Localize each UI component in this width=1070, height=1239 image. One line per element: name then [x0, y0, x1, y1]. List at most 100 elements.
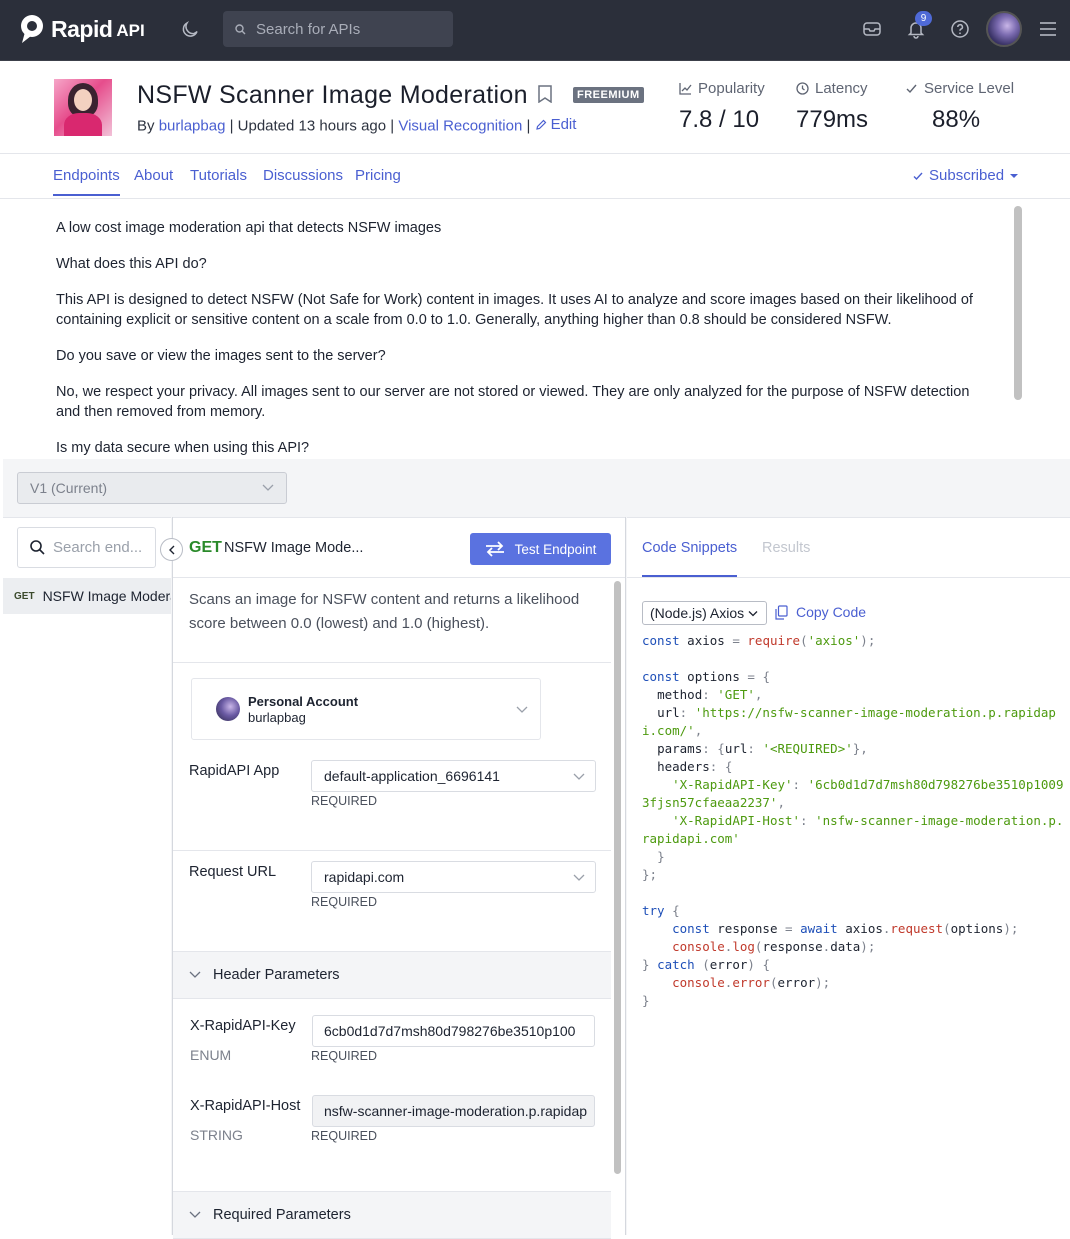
tab-code-snippets[interactable]: Code Snippets [642, 540, 738, 577]
chevron-down-icon [189, 971, 201, 978]
endpoint-name: NSFW Image Moderation [42, 588, 171, 604]
about-section: A low cost image moderation api that det… [0, 199, 1025, 459]
account-selector[interactable]: Personal Account burlapbag [191, 678, 541, 740]
endpoint-title: NSFW Image Mode... [224, 540, 364, 556]
version-select[interactable]: V1 (Current) [17, 472, 287, 504]
required-note: REQUIRED [311, 794, 377, 808]
menu-icon[interactable] [1038, 19, 1058, 39]
api-byline: By burlapbag | Updated 13 hours ago | Vi… [137, 116, 577, 135]
chevron-down-icon [573, 773, 585, 780]
by-label: By [137, 117, 155, 135]
top-navbar: Rapid API Search for APIs 9 [0, 0, 1070, 61]
header-param-type: ENUM [190, 1047, 232, 1063]
endpoint-search-input[interactable]: Search end... [17, 527, 156, 568]
edit-label: Edit [550, 116, 577, 133]
detail-scrollbar[interactable] [613, 579, 623, 1174]
moon-icon[interactable] [180, 20, 200, 40]
tab-results[interactable]: Results [762, 540, 810, 556]
about-paragraph: A low cost image moderation api that det… [56, 220, 442, 236]
endpoint-list-panel [3, 517, 171, 1235]
endpoint-search-placeholder: Search end... [53, 539, 143, 556]
language-value: (Node.js) Axios [650, 605, 745, 621]
caret-down-icon [1010, 173, 1019, 178]
pencil-icon [535, 119, 546, 130]
tab-pricing[interactable]: Pricing [355, 167, 401, 184]
collapse-sidebar-button[interactable] [160, 538, 183, 561]
stat-service-level: Service Level 88% [905, 80, 1014, 134]
about-paragraph: What does this API do? [56, 256, 207, 272]
stat-label: Service Level [924, 80, 1015, 97]
endpoint-list-item[interactable]: GET NSFW Image Moderation [3, 578, 171, 614]
tab-tutorials[interactable]: Tutorials [190, 167, 247, 184]
tab-discussions[interactable]: Discussions [263, 167, 343, 184]
copy-code-label: Copy Code [796, 604, 867, 620]
search-icon [235, 23, 246, 34]
brand-suffix: API [116, 20, 145, 40]
search-icon [30, 540, 45, 555]
language-select[interactable]: (Node.js) Axios [642, 601, 767, 625]
about-paragraph: No, we respect your privacy. All images … [56, 384, 970, 420]
help-icon[interactable] [950, 19, 970, 39]
stat-latency: Latency 779ms [796, 80, 868, 134]
copy-icon [775, 604, 788, 620]
check-icon [906, 84, 917, 94]
chart-icon [679, 83, 692, 95]
plan-badge: FREEMIUM [573, 87, 644, 103]
code-snippets-panel: Code Snippets Results (Node.js) Axios Co… [627, 517, 1070, 1235]
chevron-down-icon [516, 706, 528, 713]
x-rapidapi-host-input[interactable]: nsfw-scanner-image-moderation.p.rapidap [312, 1095, 595, 1127]
test-endpoint-button[interactable]: Test Endpoint [470, 533, 611, 565]
test-endpoint-label: Test Endpoint [514, 541, 597, 557]
swap-arrows-icon [485, 541, 504, 557]
author-link[interactable]: burlapbag [159, 118, 226, 135]
required-parameters-toggle[interactable]: Required Parameters [173, 1191, 611, 1239]
header-param-type: STRING [190, 1127, 243, 1143]
api-search-input[interactable]: Search for APIs [223, 11, 453, 47]
request-url-label: Request URL [189, 864, 277, 880]
subscribed-dropdown[interactable]: Subscribed [912, 167, 1019, 184]
request-url-value: rapidapi.com [324, 869, 405, 885]
divider [173, 850, 611, 851]
method-badge: GET [14, 590, 35, 602]
rapid-logo-icon [21, 15, 43, 43]
about-paragraph: Is my data secure when using this API? [56, 440, 310, 456]
edit-link[interactable]: Edit [535, 116, 577, 133]
required-note: REQUIRED [311, 1049, 377, 1063]
notification-count-badge: 9 [915, 11, 932, 26]
category-link[interactable]: Visual Recognition [398, 118, 522, 135]
section-title: Header Parameters [213, 967, 340, 983]
tab-endpoints[interactable]: Endpoints [53, 167, 120, 196]
api-title: NSFW Scanner Image Moderation [137, 81, 528, 109]
endpoint-description: Scans an image for NSFW content and retu… [189, 591, 580, 632]
chevron-down-icon [573, 874, 585, 881]
check-icon [913, 172, 923, 180]
account-user: burlapbag [248, 710, 306, 725]
header-param-name: X-RapidAPI-Key [190, 1018, 296, 1034]
rapidapi-logo[interactable]: Rapid API [19, 14, 145, 44]
x-rapidapi-key-input[interactable]: 6cb0d1d7d7msh80d798276be3510p100 [312, 1015, 595, 1047]
chevron-down-icon [262, 484, 274, 491]
stat-popularity: Popularity 7.8 / 10 [679, 80, 765, 134]
about-paragraph: This API is designed to detect NSFW (Not… [56, 292, 973, 328]
subscribed-label: Subscribed [929, 167, 1005, 184]
inbox-icon[interactable] [862, 19, 882, 39]
rapidapi-app-label: RapidAPI App [189, 763, 280, 779]
rapidapi-app-select[interactable]: default-application_6696141 [311, 760, 596, 792]
divider [173, 662, 611, 663]
tab-about[interactable]: About [134, 167, 173, 184]
header-parameters-toggle[interactable]: Header Parameters [173, 951, 611, 999]
account-name: Personal Account [248, 694, 359, 709]
user-avatar[interactable] [986, 11, 1022, 47]
brand-name: Rapid [51, 15, 113, 42]
request-url-select[interactable]: rapidapi.com [311, 861, 596, 893]
copy-code-button[interactable]: Copy Code [775, 604, 866, 620]
api-header: NSFW Scanner Image Moderation FREEMIUM B… [0, 61, 1070, 154]
clock-icon [796, 82, 809, 95]
required-note: REQUIRED [311, 895, 377, 909]
code-snippet: const axios = require('axios'); const op… [642, 633, 1064, 1008]
bookmark-icon[interactable] [537, 85, 553, 103]
about-scrollbar-thumb[interactable] [1014, 206, 1022, 400]
stat-value: 7.8 / 10 [679, 106, 760, 133]
chevron-down-icon [748, 611, 758, 617]
endpoint-detail-panel: GET NSFW Image Mode... Test Endpoint Sca… [172, 517, 626, 1239]
